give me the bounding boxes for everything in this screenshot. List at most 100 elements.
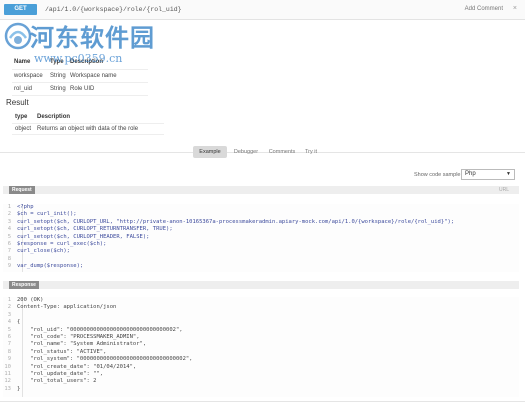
- code-line: 5 curl_setopt($ch, CURLOPT_HEADER, FALSE)…: [3, 234, 519, 241]
- code-text: var_dump($response);: [17, 263, 84, 270]
- code-line: 1 200 (OK): [3, 297, 519, 304]
- line-number: 7: [7, 341, 11, 348]
- code-line: 2 Content-Type: application/json: [3, 304, 519, 311]
- line-number: 2: [7, 211, 11, 218]
- line-number: 9: [7, 356, 11, 363]
- code-text: "rol_create_date": "01/04/2014",: [17, 363, 137, 370]
- line-number: 5: [7, 233, 11, 240]
- code-sample-label: Show code sample: [414, 172, 461, 178]
- code-text: {: [17, 319, 21, 326]
- code-text: Content-Type: application/json: [17, 304, 117, 311]
- code-line: 2 $ch = curl_init();: [3, 211, 519, 218]
- line-number: 6: [7, 333, 11, 340]
- code-text: curl_setopt($ch, CURLOPT_URL, "http://pr…: [17, 218, 455, 225]
- watermark: 河东软件园 www.pc0359.cn: [4, 14, 210, 74]
- watermark-title: 河东软件园: [30, 24, 155, 52]
- table-row: object Returns an object with data of th…: [12, 123, 165, 135]
- tab-example[interactable]: Example: [193, 146, 227, 158]
- code-text: <?php: [17, 204, 34, 210]
- code-text: curl_setopt($ch, CURLOPT_RETURNTRANSFER,…: [17, 226, 173, 233]
- result-description: Returns an object with data of the role: [34, 123, 165, 135]
- add-comment-link[interactable]: Add Comment: [465, 6, 503, 12]
- code-text: $response = curl_exec($ch);: [17, 240, 107, 247]
- code-line: 5 "rol_uid": "00000000000000000000000000…: [3, 327, 519, 334]
- request-url-label: URL: [498, 187, 509, 193]
- tab-debugger[interactable]: Debugger: [231, 146, 261, 158]
- line-number: 6: [7, 240, 11, 247]
- code-line: 10 "rol_create_date": "01/04/2014",: [3, 364, 519, 371]
- watermark-url: www.pc0359.cn: [34, 52, 123, 65]
- table-header-row: type Description: [12, 112, 165, 124]
- code-line: 4{: [3, 319, 519, 326]
- code-text: "rol_total_users": 2: [17, 378, 97, 385]
- code-text: "rol_uid": "0000000000000000000000000000…: [17, 326, 183, 333]
- result-heading: Result: [6, 98, 29, 107]
- line-number: 8: [7, 348, 11, 355]
- code-text: "rol_status": "ACTIVE",: [17, 348, 107, 355]
- request-code-block: 1 <?php 2 $ch = curl_init(); 3 curl_setopt($c…: [3, 204, 519, 272]
- code-line: 1 <?php: [3, 204, 519, 211]
- line-number: 8: [7, 255, 11, 262]
- line-number: 12: [4, 378, 11, 385]
- code-line: 8: [3, 256, 519, 263]
- param-description: Role UID: [68, 82, 148, 96]
- code-text: }: [17, 385, 21, 392]
- code-text: curl_setopt($ch, CURLOPT_HEADER, FALSE);: [17, 233, 150, 240]
- table-row: rol_uid String Role UID: [12, 82, 148, 96]
- chevron-down-icon: ▼: [506, 171, 511, 177]
- param-name: rol_uid: [12, 82, 48, 96]
- code-line: 13}: [3, 386, 519, 393]
- code-line: 12 "rol_total_users": 2: [3, 378, 519, 385]
- result-table: type Description object Returns an objec…: [12, 112, 165, 135]
- code-line: 11 "rol_update_date": "",: [3, 371, 519, 378]
- bottom-divider: [0, 401, 525, 402]
- line-number: 11: [4, 370, 11, 377]
- tab-try-it[interactable]: Try it: [301, 146, 321, 158]
- request-bar: Request URL: [3, 186, 519, 194]
- code-line: 3: [3, 312, 519, 319]
- response-tag: Response: [9, 281, 39, 289]
- code-line: 7 curl_close($ch);: [3, 248, 519, 255]
- code-line: 9 "rol_system": "00000000000000000000000…: [3, 356, 519, 363]
- line-number: 3: [7, 218, 11, 225]
- endpoint-path: /api/1.0/{workspace}/role/{rol_uid}: [45, 6, 182, 13]
- section-divider: [0, 152, 525, 153]
- code-line: 3 curl_setopt($ch, CURLOPT_URL, "http://p…: [3, 219, 519, 226]
- request-tag: Request: [9, 186, 35, 194]
- column-header: Description: [34, 112, 165, 124]
- response-bar: Response: [3, 281, 519, 289]
- line-number: 13: [4, 385, 11, 392]
- line-number: 7: [7, 248, 11, 255]
- code-text: "rol_name": "System Administrator",: [17, 341, 147, 348]
- line-number: 2: [7, 304, 11, 311]
- code-line: 9 var_dump($response);: [3, 263, 519, 270]
- line-number: 5: [7, 326, 11, 333]
- code-line: 6 $response = curl_exec($ch);: [3, 241, 519, 248]
- code-text: "rol_code": "PROCESSMAKER_ADMIN",: [17, 333, 140, 340]
- code-line: 6 "rol_code": "PROCESSMAKER_ADMIN",: [3, 334, 519, 341]
- watermark-logo-icon: [4, 22, 32, 50]
- language-select-value: Php: [465, 171, 476, 177]
- code-text: "rol_update_date": "",: [17, 370, 104, 377]
- code-line: 8 "rol_status": "ACTIVE",: [3, 349, 519, 356]
- line-number: 1: [7, 204, 11, 210]
- code-text: "rol_system": "0000000000000000000000000…: [17, 356, 193, 363]
- tab-comments[interactable]: Comments: [267, 146, 297, 158]
- code-line: 4 curl_setopt($ch, CURLOPT_RETURNTRANSFER…: [3, 226, 519, 233]
- code-line: 7 "rol_name": "System Administrator",: [3, 341, 519, 348]
- line-number: 10: [4, 363, 11, 370]
- line-number: 9: [7, 263, 11, 270]
- line-number: 4: [7, 226, 11, 233]
- code-text: $ch = curl_init();: [17, 211, 77, 218]
- language-select[interactable]: Php ▼: [461, 169, 515, 180]
- code-text: curl_close($ch);: [17, 248, 70, 255]
- code-text: 200 (OK): [17, 297, 44, 303]
- response-code-block: 1 200 (OK) 2 Content-Type: application/json…: [3, 297, 519, 397]
- line-number: 3: [7, 311, 11, 318]
- column-header: type: [12, 112, 35, 124]
- close-icon[interactable]: ×: [513, 5, 517, 12]
- line-number: 4: [7, 319, 11, 326]
- line-number: 1: [7, 297, 11, 303]
- result-type: object: [12, 123, 35, 135]
- param-type: String: [48, 82, 68, 96]
